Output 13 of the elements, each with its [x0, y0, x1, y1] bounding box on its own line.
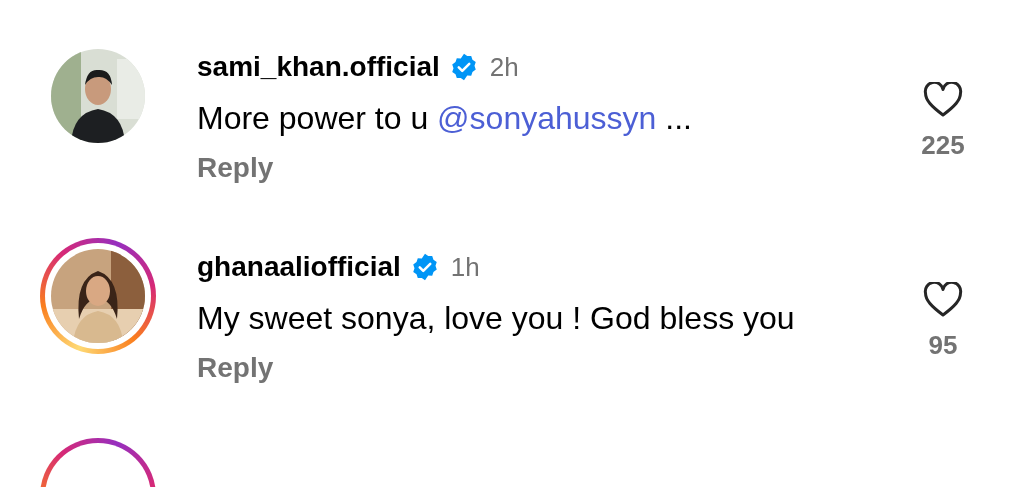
like-count: 95: [928, 330, 958, 360]
heart-icon[interactable]: [923, 82, 963, 118]
reply-button[interactable]: Reply: [197, 151, 274, 185]
username[interactable]: sami_khan.official: [197, 50, 440, 84]
mention-link[interactable]: @sonyahussyn: [437, 100, 657, 136]
comment-text: My sweet sonya, love you ! God bless you: [197, 299, 796, 338]
timestamp: 1h: [450, 251, 480, 284]
like-count: 225: [921, 130, 965, 160]
comment-text: More power to u @sonyahussyn ...: [197, 99, 693, 138]
timestamp: 2h: [489, 51, 519, 84]
reply-button[interactable]: Reply: [197, 351, 274, 385]
heart-icon[interactable]: [923, 282, 963, 318]
username[interactable]: ghanaaliofficial: [197, 250, 401, 284]
